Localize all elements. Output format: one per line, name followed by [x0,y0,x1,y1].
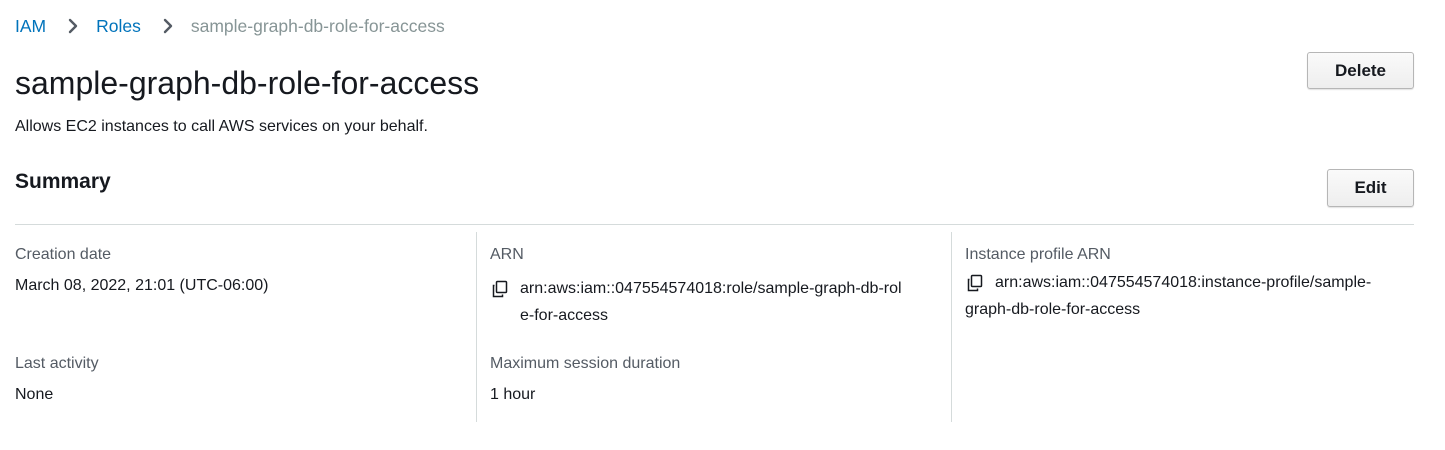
breadcrumb-iam-link[interactable]: IAM [15,14,46,38]
arn-value: arn:aws:iam::047554574018:role/sample-gr… [520,275,902,329]
instance-profile-arn-value: arn:aws:iam::047554574018:instance-profi… [965,269,1371,323]
summary-column-instance-profile: Instance profile ARN arn:aws:iam::047554… [965,232,1414,422]
max-session-value: 1 hour [490,386,536,403]
creation-date-field: Creation date March 08, 2022, 21:01 (UTC… [15,244,268,299]
copy-icon[interactable] [965,273,985,293]
chevron-right-icon [161,14,175,38]
instance-profile-arn-line-2: graph-db-role-for-access [965,301,1141,318]
arn-value-row: arn:aws:iam::047554574018:role/sample-gr… [490,275,902,329]
instance-profile-arn-row: arn:aws:iam::047554574018:instance-profi… [965,269,1371,296]
copy-icon[interactable] [490,279,510,299]
last-activity-label: Last activity [15,355,99,372]
last-activity-value: None [15,386,54,403]
max-session-field: Maximum session duration 1 hour [490,353,680,408]
page-title: sample-graph-db-role-for-access [15,65,480,101]
breadcrumb-roles-link[interactable]: Roles [96,14,141,38]
last-activity-field: Last activity None [15,353,99,408]
arn-label: ARN [490,246,524,263]
summary-column-dates: Creation date March 08, 2022, 21:01 (UTC… [15,232,475,422]
max-session-label: Maximum session duration [490,355,681,372]
instance-profile-arn-field: Instance profile ARN arn:aws:iam::047554… [965,244,1371,323]
breadcrumb-current: sample-graph-db-role-for-access [190,16,445,36]
delete-button[interactable]: Delete [1307,52,1414,89]
summary-divider [15,224,1414,225]
arn-field: ARN arn:aws:iam::047554574018:role/sampl… [490,244,902,329]
role-description: Allows EC2 instances to call AWS service… [15,118,428,135]
column-divider [476,232,477,422]
arn-value-line-2: e-for-access [520,307,609,324]
edit-button[interactable]: Edit [1327,169,1414,207]
instance-profile-arn-line-1: arn:aws:iam::047554574018:instance-profi… [995,274,1372,291]
summary-column-arn: ARN arn:aws:iam::047554574018:role/sampl… [490,232,940,422]
chevron-right-icon [66,14,80,38]
creation-date-value: March 08, 2022, 21:01 (UTC-06:00) [15,277,269,294]
creation-date-label: Creation date [15,246,112,263]
instance-profile-arn-label: Instance profile ARN [965,246,1111,263]
summary-heading: Summary [15,170,111,193]
role-detail-page: IAM Roles sample-graph-db-role-for-acces… [0,0,1445,450]
breadcrumb: IAM Roles sample-graph-db-role-for-acces… [15,14,445,38]
arn-value-line-1: arn:aws:iam::047554574018:role/sample-gr… [520,280,902,297]
column-divider [951,232,952,422]
